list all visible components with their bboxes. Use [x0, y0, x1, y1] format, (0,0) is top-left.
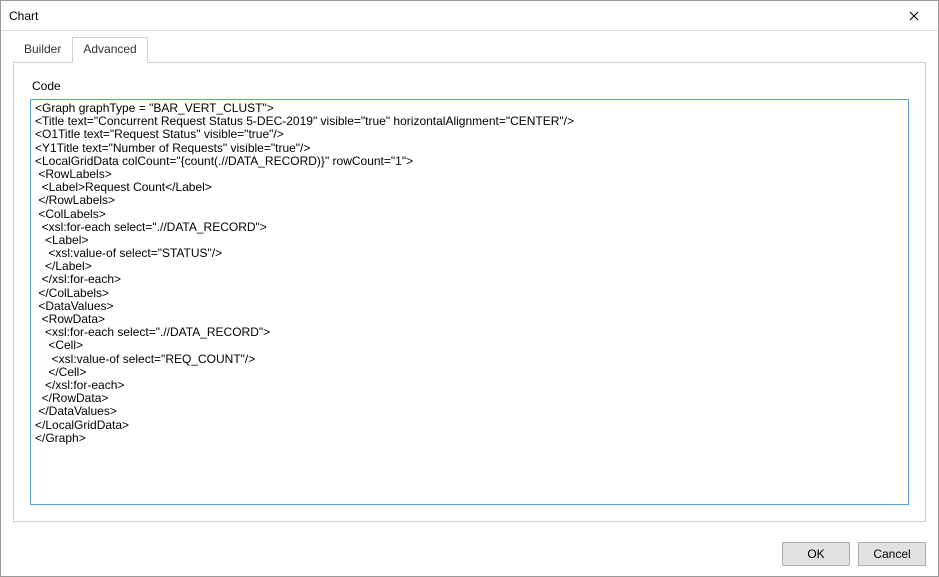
- tab-builder[interactable]: Builder: [13, 37, 72, 62]
- ok-button[interactable]: OK: [782, 542, 850, 566]
- close-button[interactable]: [894, 2, 934, 30]
- content-area: Builder Advanced Code: [1, 31, 938, 534]
- titlebar: Chart: [1, 1, 938, 31]
- tab-advanced[interactable]: Advanced: [72, 37, 147, 63]
- close-icon: [909, 11, 919, 21]
- cancel-button[interactable]: Cancel: [858, 542, 926, 566]
- tab-bar: Builder Advanced: [13, 37, 926, 62]
- code-textarea[interactable]: [30, 99, 909, 505]
- advanced-panel: Code: [13, 62, 926, 522]
- code-label: Code: [30, 79, 909, 93]
- dialog-footer: OK Cancel: [1, 534, 938, 576]
- code-wrapper: [30, 99, 909, 505]
- dialog-title: Chart: [9, 9, 894, 23]
- chart-dialog: Chart Builder Advanced Code OK Cancel: [0, 0, 939, 577]
